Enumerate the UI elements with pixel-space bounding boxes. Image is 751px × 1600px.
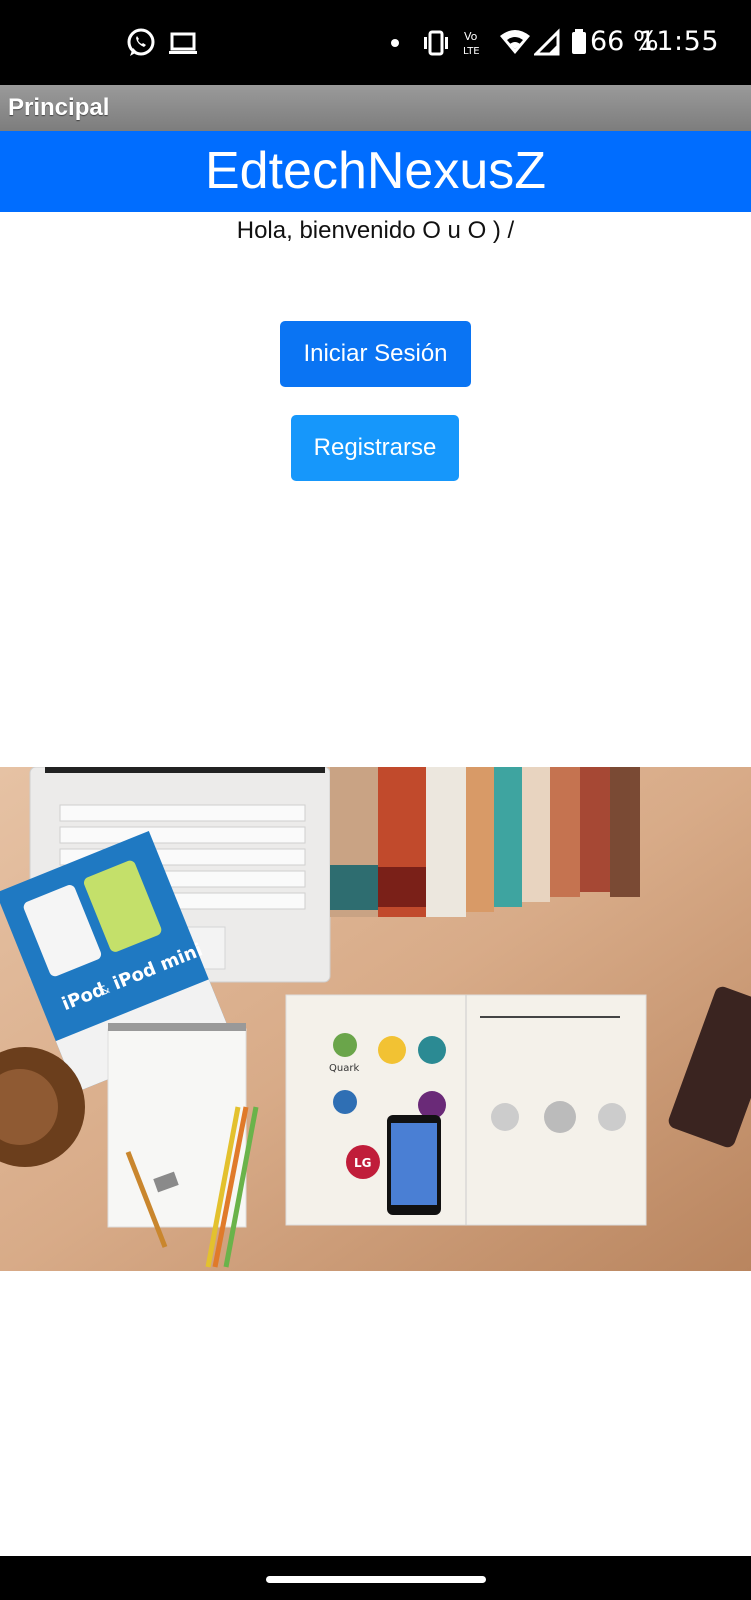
- volte-icon: Vo LTE: [463, 30, 480, 57]
- svg-text:LTE: LTE: [463, 46, 480, 57]
- status-time: 11:55: [638, 26, 719, 57]
- app-header: EdtechNexusZ: [0, 131, 751, 212]
- app-name: EdtechNexusZ: [204, 142, 547, 200]
- svg-text:LG: LG: [354, 1156, 372, 1170]
- signal-icon: [534, 28, 560, 56]
- status-bar: Vo LTE 66 % 11:55: [0, 0, 751, 85]
- laptop-icon: [169, 32, 197, 54]
- home-handle-icon[interactable]: [266, 1576, 486, 1583]
- activity-titlebar: Principal: [0, 85, 751, 131]
- battery-icon: [572, 29, 586, 54]
- welcome-text: Hola, bienvenido O u O ) /: [236, 217, 515, 244]
- svg-text:Vo: Vo: [464, 30, 478, 43]
- wifi-icon: [500, 30, 530, 54]
- desk-workspace-photo: iPod & iPod mini Quark LG: [0, 767, 751, 1271]
- register-button[interactable]: Registrarse: [291, 415, 459, 481]
- vibrate-icon: [424, 30, 448, 56]
- svg-text:Quark: Quark: [329, 1063, 359, 1074]
- whatsapp-icon: [127, 28, 155, 56]
- login-button[interactable]: Iniciar Sesión: [280, 321, 471, 387]
- page-title: Principal: [8, 94, 110, 121]
- notification-dot-icon: [391, 39, 399, 47]
